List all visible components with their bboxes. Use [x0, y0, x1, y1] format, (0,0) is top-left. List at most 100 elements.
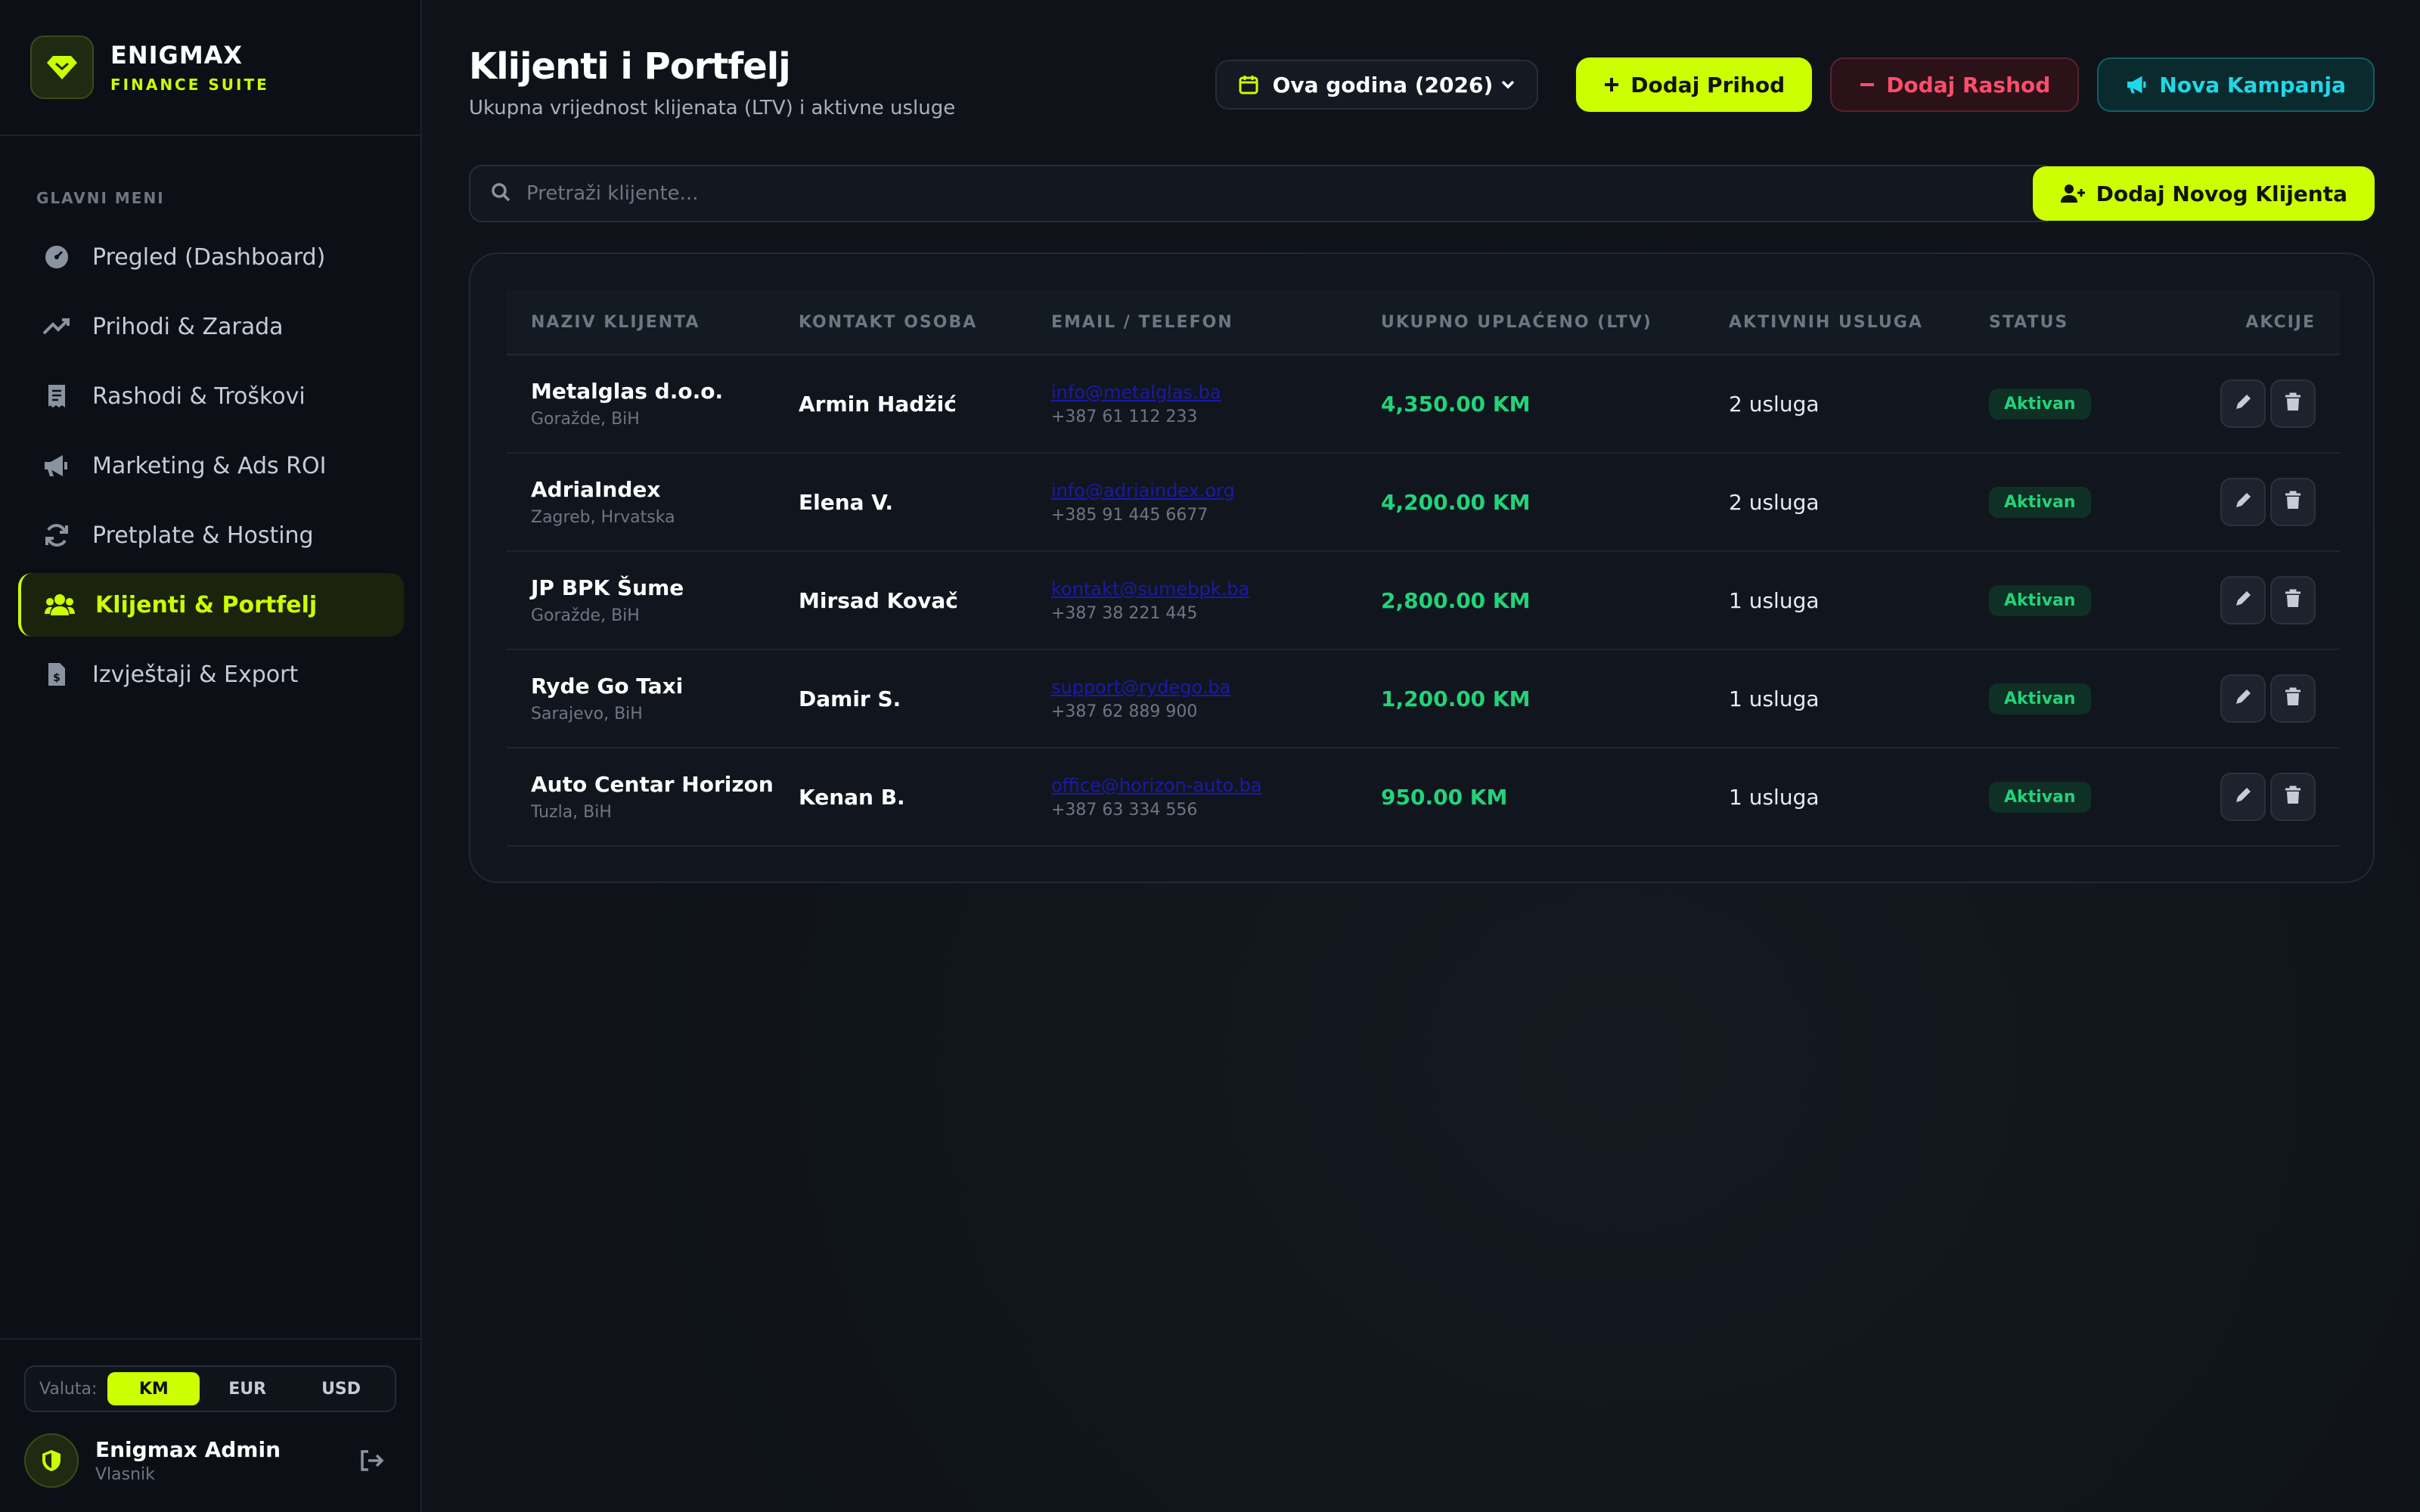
chevron-down-icon [1500, 79, 1516, 90]
receipt-icon [41, 380, 73, 412]
sidebar-item-subscriptions[interactable]: Pretplate & Hosting [18, 503, 404, 567]
pencil-icon [2233, 491, 2253, 513]
active-services: 1 usluga [1729, 587, 1820, 613]
email-link[interactable]: office@horizon-auto.ba [1051, 775, 1381, 796]
edit-button[interactable] [2220, 478, 2266, 526]
client-name: Auto Centar Horizon [531, 772, 774, 797]
megaphone-icon [2126, 75, 2149, 94]
edit-button[interactable] [2220, 380, 2266, 428]
plus-icon [1603, 76, 1620, 93]
client-location: Zagreb, Hrvatska [531, 508, 675, 527]
table-row[interactable]: JP BPK Šume Goražde, BiH Mirsad Kovač kon… [507, 552, 2340, 650]
main-content: Klijenti i Portfelj Ukupna vrijednost kl… [422, 0, 2420, 1512]
delete-button[interactable] [2270, 380, 2316, 428]
user-role: Vlasnik [95, 1465, 155, 1484]
status-badge: Aktivan [1989, 781, 2091, 813]
logo-gem-icon [30, 36, 94, 99]
sidebar-item-clients[interactable]: Klijenti & Portfelj [18, 573, 404, 637]
status-badge: Aktivan [1989, 683, 2091, 714]
brand-subtitle: FINANCE SUITE [110, 76, 269, 94]
sidebar-item-label: Izvještaji & Export [92, 661, 299, 688]
search-input[interactable] [526, 182, 2055, 205]
sidebar-nav: Pregled (Dashboard) Prihodi & Zarada Ras… [18, 225, 404, 712]
table-row[interactable]: Metalglas d.o.o. Goražde, BiH Armin Hadži… [507, 355, 2340, 454]
app-root: ENIGMAX FINANCE SUITE GLAVNI MENI Pregle… [0, 0, 2420, 1512]
trash-icon [2285, 785, 2301, 808]
brand[interactable]: ENIGMAX FINANCE SUITE [0, 0, 420, 136]
currency-switcher: Valuta: KM EUR USD [24, 1365, 396, 1412]
contact-person: Kenan B. [799, 784, 905, 810]
contact-person: Damir S. [799, 686, 901, 711]
sidebar-item-marketing[interactable]: Marketing & Ads ROI [18, 434, 404, 497]
file-invoice-dollar-icon: $ [41, 658, 73, 690]
user-profile: Enigmax Admin Vlasnik [24, 1433, 396, 1488]
delete-button[interactable] [2270, 773, 2316, 821]
trend-up-icon [41, 311, 73, 342]
sidebar-item-label: Marketing & Ads ROI [92, 452, 327, 479]
delete-button[interactable] [2270, 478, 2316, 526]
email-link[interactable]: kontakt@sumebpk.ba [1051, 578, 1381, 600]
client-location: Tuzla, BiH [531, 803, 612, 822]
new-campaign-button[interactable]: Nova Kampanja [2097, 57, 2375, 112]
trash-icon [2285, 589, 2301, 612]
edit-button[interactable] [2220, 773, 2266, 821]
status-badge: Aktivan [1989, 584, 2091, 616]
sidebar-item-label: Klijenti & Portfelj [95, 591, 318, 618]
phone-number: +387 38 221 445 [1051, 603, 1198, 623]
add-client-button[interactable]: Dodaj Novog Klijenta [2032, 166, 2375, 221]
sidebar: ENIGMAX FINANCE SUITE GLAVNI MENI Pregle… [0, 0, 422, 1512]
client-search [469, 165, 2057, 222]
minus-icon [1859, 76, 1876, 93]
menu-heading: GLAVNI MENI [36, 189, 165, 207]
trash-icon [2285, 491, 2301, 513]
pencil-icon [2233, 785, 2253, 808]
table-row[interactable]: Auto Centar Horizon Tuzla, BiH Kenan B. o… [507, 748, 2340, 847]
edit-button[interactable] [2220, 674, 2266, 723]
currency-option-km[interactable]: KM [107, 1372, 200, 1405]
delete-button[interactable] [2270, 576, 2316, 624]
ltv-value: 4,350.00 KM [1381, 391, 1531, 417]
add-income-button[interactable]: Dodaj Prihod [1576, 57, 1813, 112]
add-expense-button[interactable]: Dodaj Rashod [1830, 57, 2080, 112]
table-row[interactable]: AdriaIndex Zagreb, Hrvatska Elena V. info… [507, 454, 2340, 552]
logout-icon[interactable] [355, 1444, 389, 1477]
client-location: Goražde, BiH [531, 606, 640, 625]
ltv-value: 1,200.00 KM [1381, 686, 1531, 711]
email-link[interactable]: support@rydego.ba [1051, 677, 1381, 698]
column-header[interactable]: UKUPNO UPLAĆENO (LTV) [1381, 313, 1729, 332]
email-link[interactable]: info@metalglas.ba [1051, 382, 1381, 403]
sidebar-item-reports[interactable]: $ Izvještaji & Export [18, 643, 404, 706]
ltv-value: 950.00 KM [1381, 784, 1508, 810]
pencil-icon [2233, 589, 2253, 612]
sync-icon [41, 519, 73, 551]
megaphone-icon [41, 450, 73, 482]
brand-name: ENIGMAX [110, 41, 244, 70]
client-name: Metalglas d.o.o. [531, 379, 724, 404]
trash-icon [2285, 392, 2301, 415]
active-services: 2 usluga [1729, 489, 1820, 515]
column-header[interactable]: NAZIV KLIJENTA [507, 313, 799, 332]
column-header: AKCIJE [2245, 312, 2316, 332]
period-selector[interactable]: Ova godina (2026) [1215, 60, 1539, 110]
pencil-icon [2233, 687, 2253, 710]
sidebar-item-income[interactable]: Prihodi & Zarada [18, 295, 404, 358]
search-icon [490, 181, 511, 206]
sidebar-item-expenses[interactable]: Rashodi & Troškovi [18, 364, 404, 428]
delete-button[interactable] [2270, 674, 2316, 723]
column-header[interactable]: KONTAKT OSOBA [799, 313, 1051, 332]
dashboard-gauge-icon [41, 241, 73, 273]
email-link[interactable]: info@adriaindex.org [1051, 480, 1381, 501]
column-header[interactable]: STATUS [1989, 313, 2216, 332]
sidebar-item-dashboard[interactable]: Pregled (Dashboard) [18, 225, 404, 289]
table-row[interactable]: Ryde Go Taxi Sarajevo, BiH Damir S. suppo… [507, 650, 2340, 748]
contact-person: Armin Hadžić [799, 391, 957, 417]
currency-option-usd[interactable]: USD [295, 1372, 387, 1405]
active-services: 2 usluga [1729, 391, 1820, 417]
currency-option-eur[interactable]: EUR [201, 1372, 293, 1405]
column-header[interactable]: EMAIL / TELEFON [1051, 313, 1381, 332]
contact-person: Mirsad Kovač [799, 587, 958, 613]
edit-button[interactable] [2220, 576, 2266, 624]
column-header[interactable]: AKTIVNIH USLUGA [1729, 313, 1989, 332]
clients-table: NAZIV KLIJENTA KONTAKT OSOBA EMAIL / TEL… [507, 290, 2340, 847]
client-name: Ryde Go Taxi [531, 674, 684, 699]
